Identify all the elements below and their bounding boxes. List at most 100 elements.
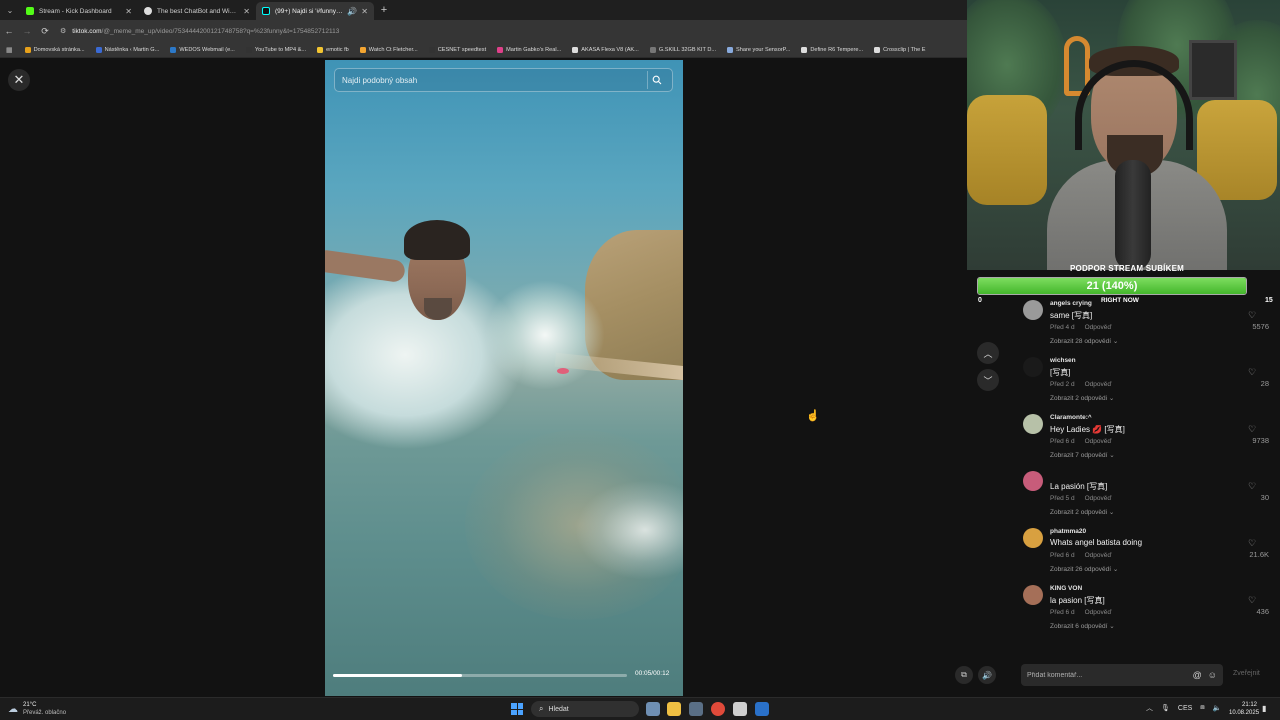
bookmark-item[interactable]: Martin Gabko's Real... [497, 46, 561, 53]
view-replies-button[interactable]: Zobrazit 28 odpovědí ⌄ [1050, 337, 1118, 345]
comment-username[interactable]: wichsen [1050, 357, 1076, 364]
reply-button[interactable]: Odpověď [1085, 324, 1112, 331]
bookmark-label: Domovská stránka... [33, 46, 85, 53]
obs-icon[interactable] [733, 702, 747, 716]
streamer-webcam [967, 0, 1280, 270]
video-player[interactable]: 00:05/00:12 [325, 60, 683, 696]
url-field[interactable]: ⚙ tiktok.com /@_meme_me_up/video/7534444… [60, 27, 339, 36]
new-tab-button[interactable]: + [374, 4, 394, 16]
avatar[interactable] [1023, 471, 1043, 491]
speaker-icon[interactable]: 🔊 [347, 7, 357, 16]
bookmark-item[interactable]: AKASA Flexa V8 (AK... [572, 46, 639, 53]
comment-text: Hey Ladies 💋 [写真] [1050, 425, 1125, 434]
picture-in-picture-icon[interactable]: ⧉ [955, 666, 973, 684]
chatbot-favicon-icon [144, 7, 152, 15]
like-heart-icon[interactable]: ♡ [1248, 424, 1256, 435]
language-indicator[interactable]: CES [1178, 705, 1192, 712]
bookmark-favicon-icon [801, 46, 808, 53]
bookmark-item[interactable]: Define R6 Tempere... [801, 46, 863, 53]
bookmark-item[interactable]: Domovská stránka... [24, 46, 85, 53]
comment-meta: Před 2 d Odpověď [1050, 381, 1111, 388]
reply-button[interactable]: Odpověď [1085, 552, 1112, 559]
reload-icon[interactable]: ⟳ [36, 26, 54, 37]
bookmark-item[interactable]: Nástěnka ‹ Martin G... [95, 46, 159, 53]
previous-video-button[interactable]: ︿ [977, 342, 999, 364]
weather-widget[interactable]: ☁ 21°C Převáž. oblačno [8, 701, 66, 717]
task-view-icon[interactable] [646, 702, 660, 716]
file-explorer-icon[interactable] [667, 702, 681, 716]
network-icon[interactable]: ⧈ [1200, 704, 1204, 712]
similar-search-input[interactable] [342, 75, 647, 85]
avatar[interactable] [1023, 357, 1043, 377]
bookmark-item[interactable]: G.SKILL 32GB KIT D... [649, 46, 716, 53]
system-clock[interactable]: 21:12 10.08.2025 [1229, 701, 1259, 717]
tab-chatbot-widgets[interactable]: The best ChatBot and Widgets ✕ [138, 2, 256, 20]
search-icon[interactable] [647, 71, 665, 89]
tab-search-icon[interactable]: ⌄ [0, 0, 20, 20]
comment-item: phatmma20 Whats angel batista doing Před 6… [1023, 526, 1273, 583]
emoji-icon[interactable]: ☺ [1208, 670, 1217, 680]
bookmark-item[interactable]: Watch Ct Fletcher... [359, 46, 418, 53]
bookmark-label: YouTube to MP4 &... [254, 46, 307, 53]
avatar[interactable] [1023, 528, 1043, 548]
video-progress-bar[interactable] [333, 674, 627, 677]
close-tab-icon[interactable]: ✕ [243, 7, 250, 16]
close-tab-icon[interactable]: ✕ [361, 7, 368, 16]
view-replies-button[interactable]: Zobrazit 2 odpovědi ⌄ [1050, 394, 1114, 402]
microphone-icon[interactable]: 🎙 [1161, 704, 1170, 712]
start-button-icon[interactable] [511, 703, 523, 715]
volume-icon[interactable]: 🔊 [978, 666, 996, 684]
reply-button[interactable]: Odpověď [1085, 438, 1112, 445]
comment-input[interactable] [1027, 671, 1187, 679]
avatar[interactable] [1023, 414, 1043, 434]
bookmark-favicon-icon [245, 46, 252, 53]
like-heart-icon[interactable]: ♡ [1248, 310, 1256, 321]
reply-button[interactable]: Odpověď [1085, 609, 1112, 616]
steam-icon[interactable] [755, 702, 769, 716]
tab-tiktok[interactable]: (99+) Najdi si '#funny' na Ti 🔊 ✕ [256, 2, 374, 20]
speaker-icon[interactable]: 🔈 [1213, 704, 1222, 712]
apps-grid-icon[interactable]: ▦ [6, 46, 13, 54]
reply-button[interactable]: Odpověď [1085, 495, 1112, 502]
bookmark-item[interactable]: CESNET speedtest [428, 46, 486, 53]
view-replies-button[interactable]: Zobrazit 2 odpovědi ⌄ [1050, 508, 1114, 516]
site-info-icon[interactable]: ⚙ [60, 27, 66, 35]
reply-button[interactable]: Odpověď [1085, 381, 1112, 388]
mention-icon[interactable]: @ [1193, 670, 1202, 680]
close-tab-icon[interactable]: ✕ [125, 7, 132, 16]
view-replies-button[interactable]: Zobrazit 7 odpovědí ⌄ [1050, 451, 1115, 459]
comment-username[interactable]: phatmma20 [1050, 528, 1086, 535]
bookmark-item[interactable]: emotic fb [317, 46, 349, 53]
view-replies-button[interactable]: Zobrazit 26 odpovědí ⌄ [1050, 565, 1118, 573]
bookmark-label: Watch Ct Fletcher... [368, 46, 418, 53]
sub-goal-min: 0 [978, 297, 982, 304]
like-heart-icon[interactable]: ♡ [1248, 595, 1256, 606]
weather-temp: 21°C [23, 702, 37, 708]
bookmark-item[interactable]: Share your SensorP... [727, 46, 790, 53]
next-video-button[interactable]: ﹀ [977, 369, 999, 391]
tab-label: (99+) Najdi si '#funny' na Ti [275, 7, 343, 15]
tab-kick-dashboard[interactable]: Stream - Kick Dashboard ✕ [20, 2, 138, 20]
taskbar-search[interactable]: ⌕ Hledat [531, 701, 639, 717]
notification-icon[interactable]: ▮ [1262, 704, 1266, 713]
bookmark-item[interactable]: Crossclip | The E [874, 46, 926, 53]
chrome-icon[interactable] [711, 702, 725, 716]
forward-arrow-icon[interactable]: → [18, 26, 36, 36]
bookmark-item[interactable]: WEDOS Webmail (e... [170, 46, 235, 53]
publish-button[interactable]: Zveřejnit [1233, 670, 1260, 677]
store-icon[interactable] [689, 702, 703, 716]
avatar[interactable] [1023, 585, 1043, 605]
tray-overflow-icon[interactable]: ︿ [1146, 703, 1153, 713]
avatar[interactable] [1023, 300, 1043, 320]
system-tray: ︿ 🎙 CES ⧈ 🔈 [1146, 703, 1229, 713]
like-heart-icon[interactable]: ♡ [1248, 481, 1256, 492]
comment-username[interactable]: angels crying [1050, 300, 1092, 307]
like-heart-icon[interactable]: ♡ [1248, 367, 1256, 378]
comment-username[interactable]: Claramonte:^ [1050, 414, 1092, 421]
view-replies-button[interactable]: Zobrazit 6 odpovědí ⌄ [1050, 622, 1115, 630]
close-viewer-button[interactable]: ✕ [8, 69, 30, 91]
like-heart-icon[interactable]: ♡ [1248, 538, 1256, 549]
bookmark-item[interactable]: YouTube to MP4 &... [245, 46, 307, 53]
comment-username[interactable]: KING VON [1050, 585, 1082, 592]
back-arrow-icon[interactable]: ← [0, 26, 18, 36]
